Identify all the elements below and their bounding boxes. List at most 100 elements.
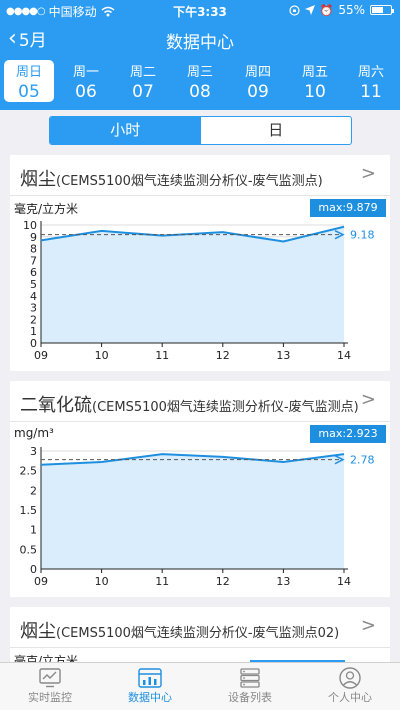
y-tick-label: 2: [30, 313, 37, 326]
tab-label: 设备列表: [228, 691, 272, 704]
area-fill: [41, 454, 344, 569]
y-tick-label: 3: [30, 302, 37, 315]
tab-label: 个人中心: [328, 691, 372, 704]
monitor-chart-icon: [39, 668, 61, 688]
rotation-lock-icon: [289, 4, 300, 16]
chevron-right-icon[interactable]: >: [361, 615, 376, 636]
x-tick-label: 14: [337, 575, 351, 588]
header: ●●●●○ 中国移动 下午3:33 ⏰ 55% ‹ 5月 数据中心 周日 05 …: [0, 0, 400, 110]
card-title-main: 烟尘: [20, 621, 56, 642]
day-date: 06: [75, 82, 97, 102]
y-axis-unit: mg/m³: [14, 426, 54, 440]
y-tick-label: 1: [30, 524, 37, 537]
server-list-icon: [240, 668, 260, 688]
average-label: 9.18: [350, 229, 375, 242]
divider: [10, 647, 390, 648]
divider: [10, 195, 390, 196]
x-tick-label: 13: [276, 575, 290, 588]
day-weekday: 周三: [186, 65, 213, 80]
card-title: 二氧化硫(CEMS5100烟气连续监测分析仪-废气监测点): [20, 391, 360, 416]
y-tick-label: 0.5: [20, 543, 38, 556]
y-tick-label: 3: [30, 445, 37, 458]
chevron-right-icon[interactable]: >: [361, 389, 376, 410]
nav-bar: ‹ 5月 数据中心: [0, 22, 400, 56]
data-center-icon: [138, 668, 162, 688]
x-tick-label: 09: [34, 349, 48, 362]
day-date: 08: [189, 82, 211, 102]
tab-profile[interactable]: 个人中心: [300, 663, 400, 710]
day-wed[interactable]: 周三 08: [175, 60, 225, 102]
day-sat[interactable]: 周六 11: [346, 60, 396, 102]
status-bar: ●●●●○ 中国移动 下午3:33 ⏰ 55%: [0, 0, 400, 22]
x-tick-label: 12: [216, 349, 230, 362]
y-tick-label: 4: [30, 290, 37, 303]
y-tick-label: 9: [30, 231, 37, 244]
card-title: 烟尘(CEMS5100烟气连续监测分析仪-废气监测点02): [20, 617, 360, 642]
y-tick-label: 2.5: [20, 465, 38, 478]
alarm-icon: ⏰: [319, 3, 334, 17]
granularity-segment: 小时 日: [49, 116, 352, 145]
chart-card-dust[interactable]: 烟尘(CEMS5100烟气连续监测分析仪-废气监测点) > 毫克/立方米 max…: [10, 155, 390, 371]
day-fri[interactable]: 周五 10: [290, 60, 340, 102]
card-title-sub: (CEMS5100烟气连续监测分析仪-废气监测点02): [56, 626, 340, 641]
card-title-main: 二氧化硫: [20, 395, 92, 416]
chart-card-dust-02[interactable]: 烟尘(CEMS5100烟气连续监测分析仪-废气监测点02) > 毫克/立方米: [10, 607, 390, 668]
day-date: 10: [304, 82, 326, 102]
tab-label: 数据中心: [128, 691, 172, 704]
page-title: 数据中心: [166, 33, 234, 53]
y-tick-label: 1.5: [20, 504, 38, 517]
tab-device-list[interactable]: 设备列表: [200, 663, 300, 710]
y-tick-label: 8: [30, 243, 37, 256]
x-tick-label: 10: [95, 575, 109, 588]
x-tick-label: 09: [34, 575, 48, 588]
day-date: 11: [360, 82, 382, 102]
y-tick-label: 1: [30, 325, 37, 338]
tab-label: 实时监控: [28, 691, 72, 704]
tab-realtime[interactable]: 实时监控: [0, 663, 100, 710]
card-title-main: 烟尘: [20, 169, 56, 190]
user-icon: [339, 667, 361, 689]
day-mon[interactable]: 周一 06: [61, 60, 111, 102]
day-date: 07: [132, 82, 154, 102]
y-tick-label: 7: [30, 254, 37, 267]
average-label: 2.78: [350, 454, 375, 467]
line-chart: 00.511.522.532.7809 10 11 12 13 14: [20, 445, 375, 588]
segment-hour[interactable]: 小时: [50, 117, 201, 144]
card-title-sub: (CEMS5100烟气连续监测分析仪-废气监测点): [56, 174, 323, 189]
day-weekday: 周一: [72, 65, 99, 80]
day-weekday: 周五: [301, 65, 328, 80]
y-tick-label: 6: [30, 266, 37, 279]
line-chart: 0123456789109.1809 10 11 12 13 14: [23, 219, 375, 362]
location-icon: [304, 5, 315, 15]
y-axis-unit: 毫克/立方米: [14, 202, 79, 216]
day-date: 09: [247, 82, 269, 102]
day-sun[interactable]: 周日 05: [4, 60, 54, 102]
x-tick-label: 11: [155, 349, 169, 362]
area-fill: [41, 226, 344, 343]
week-selector: 周日 05 周一 06 周二 07 周三 08 周四 09 周五 10 周六 11: [0, 60, 400, 104]
y-tick-label: 10: [23, 219, 37, 232]
battery-icon: [370, 5, 394, 15]
chart-card-so2[interactable]: 二氧化硫(CEMS5100烟气连续监测分析仪-废气监测点) > mg/m³ ma…: [10, 381, 390, 597]
segment-day[interactable]: 日: [201, 117, 352, 144]
x-tick-label: 14: [337, 349, 351, 362]
x-tick-label: 12: [216, 575, 230, 588]
chevron-right-icon[interactable]: >: [361, 163, 376, 184]
tab-data-center[interactable]: 数据中心: [100, 663, 200, 710]
day-weekday: 周日: [15, 65, 42, 80]
y-tick-label: 5: [30, 278, 37, 291]
day-tue[interactable]: 周二 07: [118, 60, 168, 102]
day-thu[interactable]: 周四 09: [233, 60, 283, 102]
divider: [10, 421, 390, 422]
card-title: 烟尘(CEMS5100烟气连续监测分析仪-废气监测点): [20, 165, 360, 190]
battery-percent: 55%: [338, 3, 365, 17]
max-badge: max:2.923: [310, 425, 386, 443]
day-date: 05: [18, 82, 40, 102]
day-weekday: 周二: [129, 65, 156, 80]
tab-bar: 实时监控 数据中心 设备列表 个人中心: [0, 662, 400, 710]
y-tick-label: 2: [30, 484, 37, 497]
max-badge: max:9.879: [310, 199, 386, 217]
card-title-sub: (CEMS5100烟气连续监测分析仪-废气监测点): [92, 400, 359, 415]
day-weekday: 周四: [244, 65, 271, 80]
x-tick-label: 10: [95, 349, 109, 362]
